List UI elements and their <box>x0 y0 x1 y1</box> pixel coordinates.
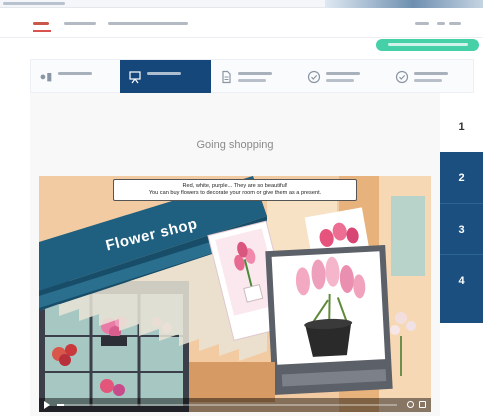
document-icon <box>219 70 233 84</box>
step-4[interactable] <box>299 60 387 93</box>
active-tab-underline <box>33 30 51 32</box>
step-5[interactable] <box>387 60 475 93</box>
tab-1-label <box>33 22 49 25</box>
browser-top-strip <box>0 0 483 8</box>
step-3-label <box>238 72 272 75</box>
step-4-label-line-2 <box>326 79 354 82</box>
tab-3-label <box>108 22 188 25</box>
play-icon[interactable] <box>44 401 50 409</box>
breadcrumb <box>3 2 65 5</box>
lesson-step-bar: ●▮ <box>30 59 474 93</box>
video-progress-bar[interactable] <box>57 404 397 406</box>
tab-1[interactable] <box>33 18 51 32</box>
fullscreen-icon[interactable] <box>419 401 426 408</box>
tab-2-label <box>64 22 96 25</box>
tab-2[interactable] <box>64 18 98 32</box>
page-selector-end <box>440 305 483 323</box>
primary-action-button-label <box>388 43 468 46</box>
check-circle-icon <box>307 70 321 84</box>
primary-action-button[interactable] <box>376 39 479 51</box>
check-circle-icon <box>395 70 409 84</box>
background-window-edge <box>325 0 483 8</box>
speech-bubble: Red, white, purple... They are so beauti… <box>113 179 357 201</box>
video-player[interactable]: Red, white, purple... They are so beauti… <box>39 176 431 412</box>
caption-line-1: Red, white, purple... They are so beauti… <box>182 183 288 189</box>
step-3-label-line-2 <box>238 79 266 82</box>
video-controls <box>39 398 431 412</box>
step-5-label-line-2 <box>414 79 442 82</box>
header-user-links[interactable] <box>415 22 465 30</box>
flower-shop-illustration <box>39 176 431 412</box>
page-button-2[interactable]: 2 <box>440 152 483 204</box>
page-button-1-current[interactable]: 1 <box>440 102 483 152</box>
top-tab-bar <box>0 8 483 38</box>
tab-3[interactable] <box>108 18 190 32</box>
lesson-title: Going shopping <box>196 139 274 151</box>
page-button-3[interactable]: 3 <box>440 203 483 255</box>
step-4-label <box>326 72 360 75</box>
video-progress-fill <box>57 404 64 406</box>
page-button-4[interactable]: 4 <box>440 254 483 306</box>
volume-icon: ●▮ <box>39 71 53 83</box>
step-2-label <box>147 72 181 75</box>
step-1[interactable]: ●▮ <box>31 60 120 93</box>
step-1-label <box>58 72 92 75</box>
step-5-label <box>414 72 448 75</box>
step-3[interactable] <box>211 60 299 93</box>
step-2-active[interactable] <box>120 60 211 93</box>
presentation-icon <box>128 70 142 84</box>
volume-control-icon[interactable] <box>407 401 414 408</box>
caption-line-2: You can buy flowers to decorate your roo… <box>148 190 322 196</box>
